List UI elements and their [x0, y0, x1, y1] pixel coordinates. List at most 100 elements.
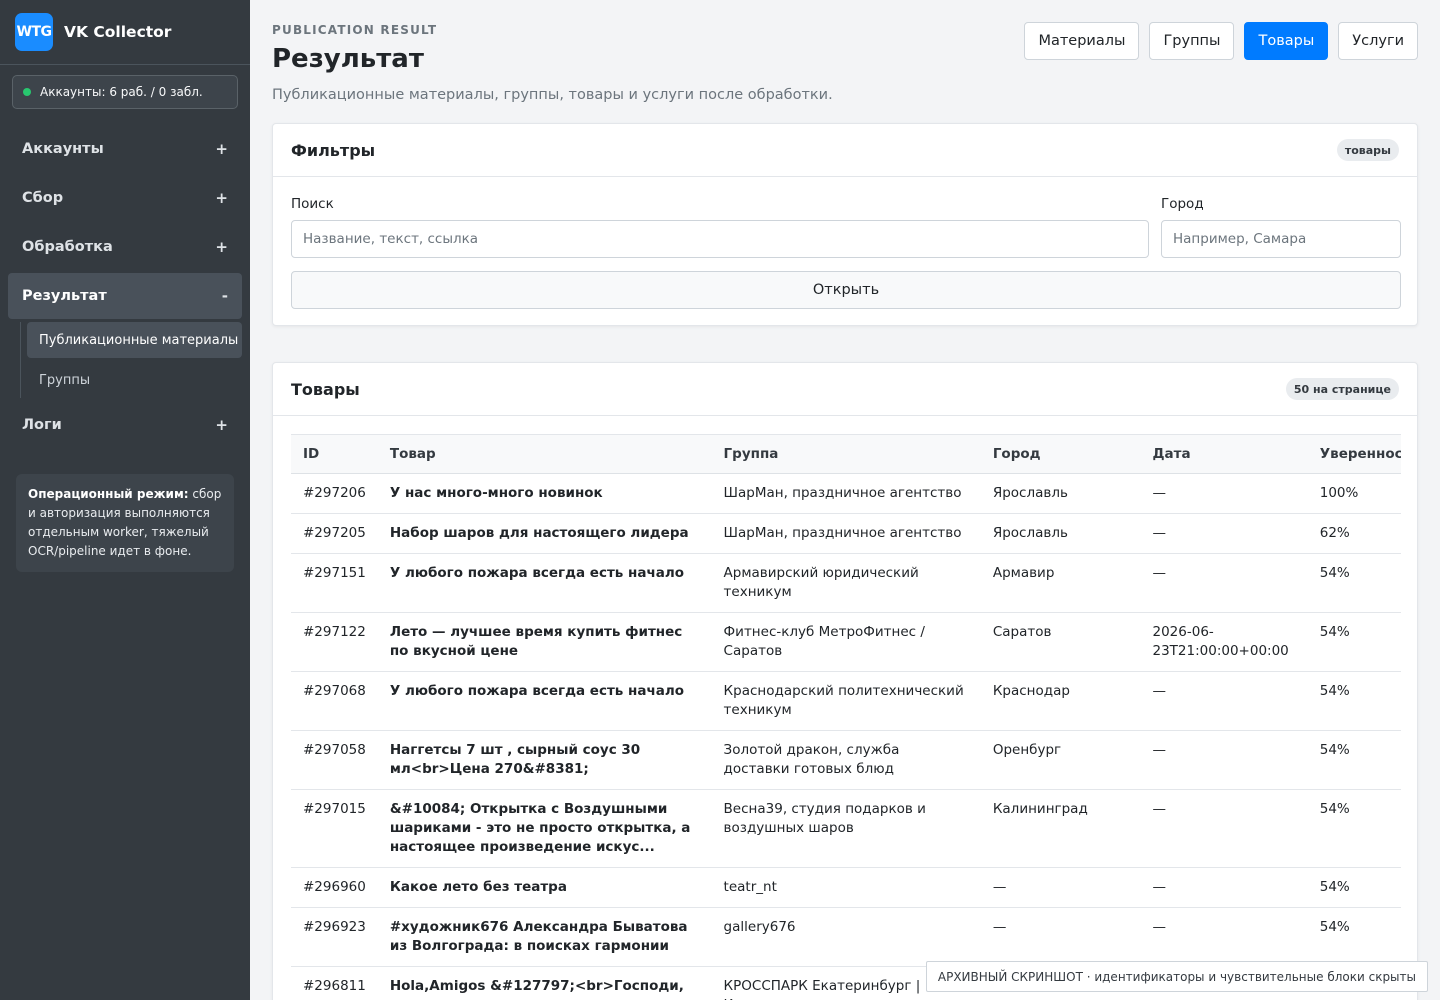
cell-product: У любого пожара всегда есть начало [377, 553, 712, 613]
col-group[interactable]: Группа [711, 434, 981, 474]
tab-materials[interactable]: Материалы [1024, 22, 1140, 60]
expand-icon: + [215, 140, 228, 158]
accounts-status-text: Аккаунты: 6 раб. / 0 забл. [40, 85, 203, 99]
table-row[interactable]: #297205 Набор шаров для настоящего лидера… [291, 513, 1401, 554]
page-size-badge: 50 на странице [1285, 378, 1399, 400]
cell-date: — [1140, 513, 1308, 554]
table-row[interactable]: #297015 &#10084; Открытка с Воздушными ша… [291, 789, 1401, 868]
tab-products[interactable]: Товары [1244, 22, 1329, 60]
nav-item-collect[interactable]: Сбор + [8, 175, 242, 221]
col-date[interactable]: Дата [1140, 434, 1308, 474]
filters-card: Фильтры товары Поиск Город Открыть [272, 123, 1418, 326]
cell-product: У нас много-много новинок [377, 473, 712, 514]
products-table-wrap[interactable]: ID Товар Группа Город Дата Уверенность #… [291, 434, 1401, 1000]
cell-date: — [1140, 671, 1308, 731]
cell-group: teatr_nt [711, 867, 981, 908]
cell-id: #297015 [291, 789, 378, 868]
cell-group: ШарМан, праздничное агентство [711, 473, 981, 514]
nav-item-label: Сбор [22, 190, 64, 206]
filters-badge: товары [1336, 139, 1399, 161]
nav-item-label: Аккаунты [22, 141, 104, 157]
cell-group: Армавирский юридический техникум [711, 553, 981, 613]
cell-product: Набор шаров для настоящего лидера [377, 513, 712, 554]
open-button[interactable]: Открыть [291, 271, 1401, 309]
main-content: PUBLICATION RESULT Результат Публикацион… [250, 0, 1440, 1000]
cell-city: Ярославль [980, 473, 1141, 514]
nav-item-processing[interactable]: Обработка + [8, 224, 242, 270]
cell-confidence: 54% [1307, 867, 1401, 908]
cell-product: Лето — лучшее время купить фитнес по вку… [377, 612, 712, 672]
cell-product: Какое лето без театра [377, 867, 712, 908]
sidebar: WTG VK Collector Аккаунты: 6 раб. / 0 за… [0, 0, 250, 1000]
col-confidence[interactable]: Уверенность [1307, 434, 1401, 474]
page-subtitle: Публикационные материалы, группы, товары… [272, 87, 833, 103]
cell-id: #296811 [291, 966, 378, 1000]
cell-date: — [1140, 553, 1308, 613]
subnav-item-groups[interactable]: Группы [27, 362, 242, 398]
expand-icon: + [215, 416, 228, 434]
tab-groups[interactable]: Группы [1149, 22, 1235, 60]
nav-item-label: Результат [22, 288, 107, 304]
brand-name: VK Collector [64, 23, 172, 41]
cell-city: Ярославль [980, 513, 1141, 554]
operation-mode-note: Операционный режим: сбор и авторизация в… [16, 474, 234, 572]
cell-product: &#10084; Открытка с Воздушными шариками … [377, 789, 712, 868]
cell-city: Саратов [980, 612, 1141, 672]
cell-date: 2026-06-23T21:00:00+00:00 [1140, 612, 1308, 672]
cell-date: — [1140, 473, 1308, 514]
city-label: Город [1161, 196, 1204, 212]
subnav-item-publications[interactable]: Публикационные материалы [27, 322, 242, 358]
cell-group: Фитнес-клуб МетроФитнес / Саратов [711, 612, 981, 672]
cell-id: #297122 [291, 612, 378, 672]
cell-confidence: 54% [1307, 730, 1401, 790]
brand[interactable]: WTG VK Collector [0, 0, 250, 65]
cell-city: Калининград [980, 789, 1141, 868]
page-title: Результат [272, 44, 424, 74]
nav-item-logs[interactable]: Логи + [8, 402, 242, 448]
cell-confidence: 54% [1307, 671, 1401, 731]
nav-item-result[interactable]: Результат - [8, 273, 242, 319]
col-city[interactable]: Город [980, 434, 1141, 474]
city-input[interactable] [1161, 220, 1401, 258]
tab-services[interactable]: Услуги [1338, 22, 1418, 60]
col-product[interactable]: Товар [377, 434, 712, 474]
table-row[interactable]: #297068 У любого пожара всегда есть начал… [291, 671, 1401, 731]
brand-logo: WTG [15, 13, 53, 51]
cell-date: — [1140, 907, 1308, 967]
table-row[interactable]: #296960 Какое лето без театра teatr_nt — —54… [291, 867, 1401, 908]
table-row[interactable]: #297151 У любого пожара всегда есть начал… [291, 553, 1401, 613]
table-row[interactable]: #297058 Наггетсы 7 шт , сырный соус 30 мл… [291, 730, 1401, 790]
cell-date: — [1140, 867, 1308, 908]
products-header: Товары 50 на странице [273, 363, 1417, 416]
table-row[interactable]: #297122 Лето — лучшее время купить фитнес… [291, 612, 1401, 672]
cell-city: — [980, 867, 1141, 908]
table-header-row: ID Товар Группа Город Дата Уверенность [291, 434, 1401, 474]
collapse-icon: - [221, 287, 228, 305]
col-id[interactable]: ID [291, 434, 378, 474]
cell-id: #297205 [291, 513, 378, 554]
expand-icon: + [215, 238, 228, 256]
cell-product: Наггетсы 7 шт , сырный соус 30 мл<br>Цен… [377, 730, 712, 790]
cell-confidence: 54% [1307, 789, 1401, 868]
cell-date: — [1140, 789, 1308, 868]
cell-city: Армавир [980, 553, 1141, 613]
result-tabs: Материалы Группы Товары Услуги [1024, 22, 1418, 60]
cell-id: #297058 [291, 730, 378, 790]
cell-confidence: 62% [1307, 513, 1401, 554]
archive-watermark: АРХИВНЫЙ СКРИНШОТ · идентификаторы и чув… [925, 961, 1428, 992]
table-row[interactable]: #297206 У нас много-много новинок ШарМан, … [291, 473, 1401, 514]
cell-confidence: 54% [1307, 612, 1401, 672]
status-dot-icon [23, 88, 31, 96]
cell-product: У любого пожара всегда есть начало [377, 671, 712, 731]
search-input[interactable] [291, 220, 1149, 258]
cell-city: — [980, 907, 1141, 967]
cell-city: Краснодар [980, 671, 1141, 731]
table-row[interactable]: #296923 #художник676 Александра Быватова … [291, 907, 1401, 967]
nav-item-accounts[interactable]: Аккаунты + [8, 126, 242, 172]
filters-title: Фильтры [291, 140, 376, 160]
cell-product: #художник676 Александра Быватова из Волг… [377, 907, 712, 967]
accounts-status: Аккаунты: 6 раб. / 0 забл. [12, 75, 238, 109]
operation-mode-label: Операционный режим: [28, 487, 189, 501]
filters-header: Фильтры товары [273, 124, 1417, 177]
cell-city: Оренбург [980, 730, 1141, 790]
